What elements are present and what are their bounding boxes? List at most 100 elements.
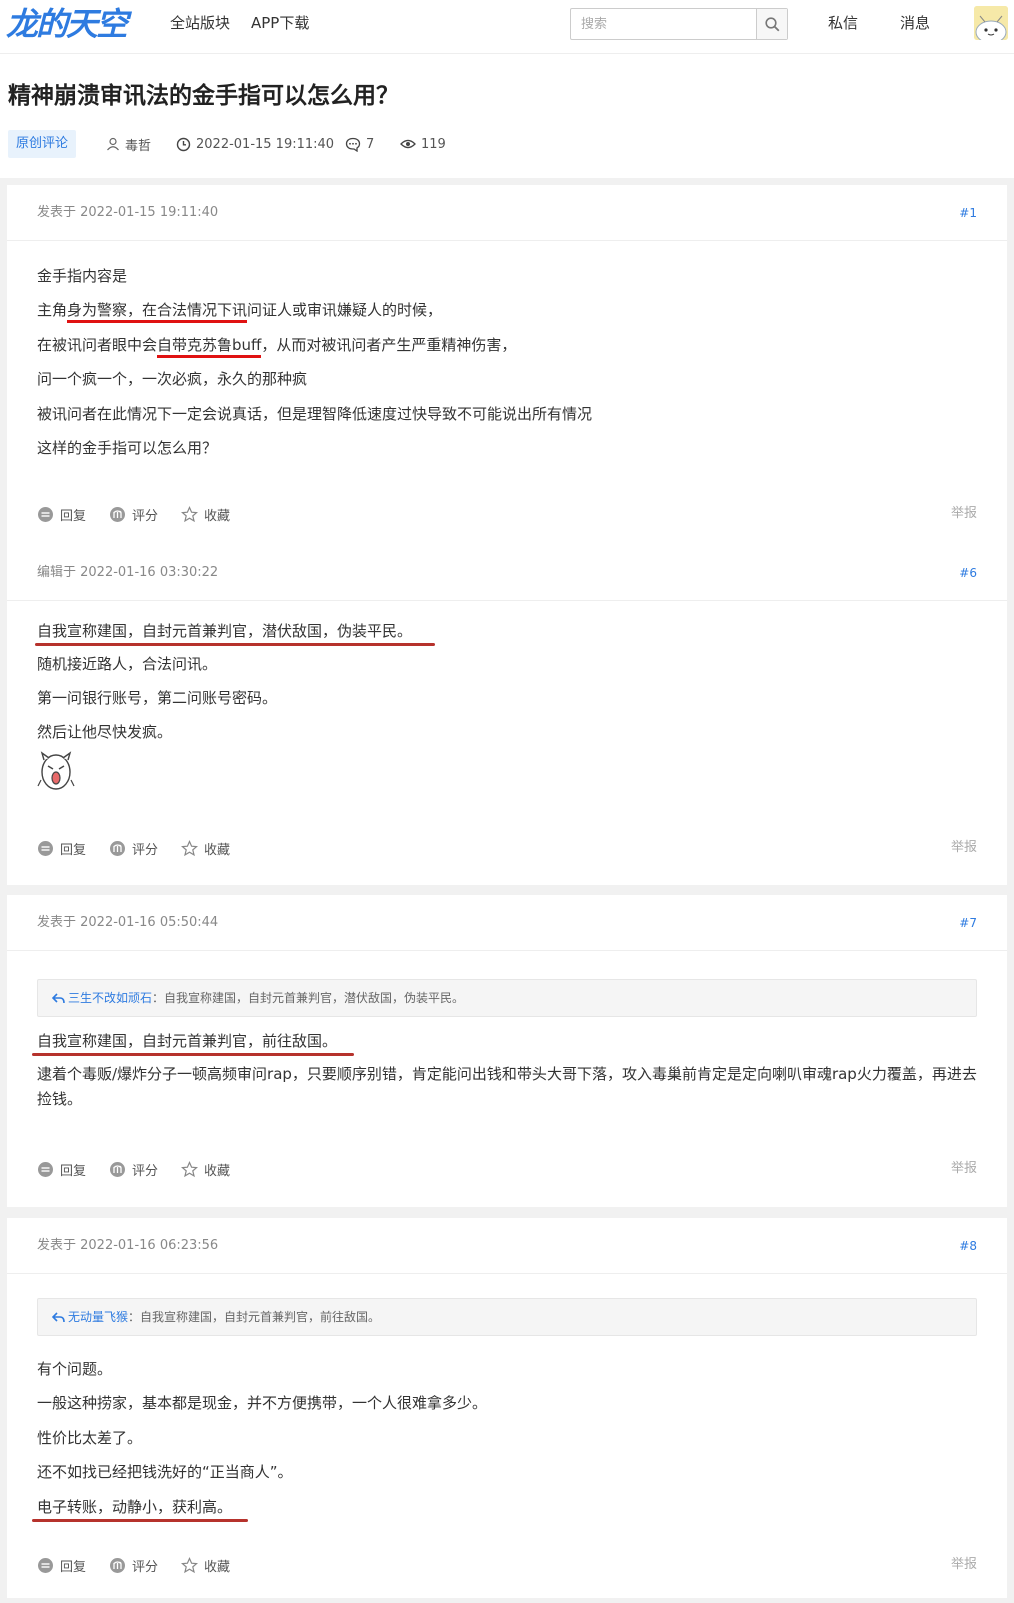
favorite-label: 收藏 bbox=[204, 842, 231, 858]
quoted-text: ：自我宣称建国，自封元首兼判官，潜伏敌国，伪装平民。 bbox=[152, 991, 465, 1005]
report-link[interactable]: 举报 bbox=[951, 1554, 977, 1576]
post-line: 在被讯问者眼中会自带克苏鲁buff，从而对被讯问者产生严重精神伤害， bbox=[37, 334, 516, 358]
search-input[interactable] bbox=[571, 9, 757, 39]
thread-meta: 原创评论 毒哲 2022-01-15 19:11:40 7 119 bbox=[8, 130, 1008, 158]
reply-button[interactable]: 回复 bbox=[37, 1554, 86, 1576]
quoted-user-link[interactable]: 无动量飞猴 bbox=[68, 1310, 128, 1324]
post-floor-link[interactable]: #1 bbox=[959, 203, 977, 223]
star-icon bbox=[181, 839, 198, 856]
text-segment: 问证人或审讯嫌疑人的时候， bbox=[247, 301, 443, 319]
text-segment: 主角 bbox=[37, 301, 68, 319]
top-bar: 龙的天空 全站版块 APP下载 私信 消息 bbox=[0, 0, 1014, 54]
underlined-segment: 身为警察，在合法情况下讯 bbox=[67, 301, 248, 323]
user-icon bbox=[107, 137, 119, 151]
reply-label: 回复 bbox=[60, 842, 87, 858]
eye-icon bbox=[400, 139, 416, 149]
post-floor-link[interactable]: #7 bbox=[959, 913, 977, 933]
post-actions: 回复 评分 收藏 举报 bbox=[37, 837, 977, 859]
view-count-text: 119 bbox=[421, 136, 446, 152]
report-link[interactable]: 举报 bbox=[951, 837, 977, 859]
rate-icon bbox=[110, 1557, 125, 1573]
favorite-button[interactable]: 收藏 bbox=[181, 837, 230, 859]
comment-icon bbox=[345, 137, 361, 152]
report-link[interactable]: 举报 bbox=[951, 503, 977, 525]
notifications-link[interactable]: 消息 bbox=[900, 13, 930, 33]
post-actions: 回复 评分 收藏 举报 bbox=[37, 1158, 977, 1180]
view-count: 119 bbox=[400, 130, 446, 158]
quoted-text: ：自我宣称建国，自封元首兼判官，前往敌国。 bbox=[128, 1310, 381, 1324]
reply-button[interactable]: 回复 bbox=[37, 837, 86, 859]
favorite-label: 收藏 bbox=[204, 1163, 231, 1179]
rate-button[interactable]: 评分 bbox=[109, 503, 158, 525]
rate-label: 评分 bbox=[132, 842, 159, 858]
post-time: 发表于 2022-01-15 19:11:40 bbox=[37, 205, 219, 220]
post-line: 主角身为警察，在合法情况下讯问证人或审讯嫌疑人的时候， bbox=[37, 299, 443, 323]
underline-mark bbox=[32, 1519, 248, 1522]
favorite-label: 收藏 bbox=[204, 508, 231, 524]
post-line: 自我宣称建国，自封元首兼判官，潜伏敌国，伪装平民。 bbox=[37, 622, 413, 640]
private-messages-link[interactable]: 私信 bbox=[828, 13, 858, 33]
favorite-button[interactable]: 收藏 bbox=[181, 1554, 230, 1576]
post-header: 发表于 2022-01-16 05:50:44 #7 bbox=[7, 895, 1007, 951]
post-line: 一般这种捞家，基本都是现金，并不方便携带，一个人很难拿多少。 bbox=[37, 1394, 488, 1412]
nav-all-boards[interactable]: 全站版块 bbox=[170, 13, 230, 33]
star-icon bbox=[181, 505, 198, 522]
post-line: 随机接近路人，合法问讯。 bbox=[37, 655, 218, 673]
quoted-user-link[interactable]: 三生不改如顽石 bbox=[68, 991, 152, 1005]
search-icon bbox=[764, 16, 779, 31]
post-line: 金手指内容是 bbox=[37, 267, 128, 285]
post-actions: 回复 评分 收藏 举报 bbox=[37, 503, 977, 525]
rate-button[interactable]: 评分 bbox=[109, 837, 158, 859]
post-line: 被讯问者在此情况下一定会说真话，但是理智降低速度过快导致不可能说出所有情况 bbox=[37, 405, 593, 423]
search-button[interactable] bbox=[756, 9, 787, 39]
post-line: 自我宣称建国，自封元首兼判官，前往敌国。 bbox=[37, 1032, 338, 1050]
post-8: 发表于 2022-01-16 06:23:56 #8 无动量飞猴：自我宣称建国，… bbox=[7, 1218, 1007, 1598]
reply-icon bbox=[38, 840, 53, 856]
post-1: 发表于 2022-01-15 19:11:40 #1 金手指内容是 主角身为警察… bbox=[7, 185, 1007, 547]
report-link[interactable]: 举报 bbox=[951, 1158, 977, 1180]
rate-icon bbox=[110, 840, 125, 856]
post-floor-link[interactable]: #6 bbox=[959, 563, 977, 583]
post-line: 逮着个毒贩/爆炸分子一顿高频审问rap，只要顺序别错，肯定能问出钱和带头大哥下落… bbox=[37, 1065, 977, 1108]
favorite-button[interactable]: 收藏 bbox=[181, 1158, 230, 1180]
post-line: 性价比太差了。 bbox=[37, 1429, 143, 1447]
post-7: 发表于 2022-01-16 05:50:44 #7 三生不改如顽石：自我宣称建… bbox=[7, 895, 1007, 1207]
post-actions: 回复 评分 收藏 举报 bbox=[37, 1554, 977, 1576]
reply-icon bbox=[38, 1557, 53, 1573]
post-header: 发表于 2022-01-16 06:23:56 #8 bbox=[7, 1218, 1007, 1274]
quoted-reply: 三生不改如顽石：自我宣称建国，自封元首兼判官，潜伏敌国，伪装平民。 bbox=[37, 979, 977, 1017]
thread-title: 精神崩溃审讯法的金手指可以怎么用？ bbox=[8, 83, 399, 109]
reply-button[interactable]: 回复 bbox=[37, 503, 86, 525]
post-line: 有个问题。 bbox=[37, 1360, 113, 1378]
reply-icon bbox=[38, 506, 53, 522]
underline-mark bbox=[35, 643, 435, 646]
post-line: 这样的金手指可以怎么用？ bbox=[37, 439, 218, 457]
reply-label: 回复 bbox=[60, 508, 87, 524]
star-icon bbox=[181, 1160, 198, 1177]
reply-icon bbox=[38, 1161, 53, 1177]
rate-button[interactable]: 评分 bbox=[109, 1158, 158, 1180]
category-tag[interactable]: 原创评论 bbox=[8, 130, 77, 158]
post-time: 发表于 2022-01-16 06:23:56 bbox=[37, 1238, 219, 1253]
post-line: 然后让他尽快发疯。 bbox=[37, 723, 173, 741]
reply-arrow-icon bbox=[51, 1312, 65, 1323]
post-header: 发表于 2022-01-15 19:11:40 #1 bbox=[7, 185, 1007, 241]
star-icon bbox=[181, 1556, 198, 1573]
post-line: 问一个疯一个，一次必疯，永久的那种疯 bbox=[37, 370, 308, 388]
post-6: 编辑于 2022-01-16 03:30:22 #6 自我宣称建国，自封元首兼判… bbox=[7, 545, 1007, 885]
user-avatar[interactable] bbox=[974, 6, 1008, 40]
post-line: 第一问银行账号，第二问账号密码。 bbox=[37, 689, 278, 707]
datetime-text: 2022-01-15 19:11:40 bbox=[196, 136, 335, 152]
author[interactable]: 毒哲 bbox=[106, 130, 151, 158]
rate-button[interactable]: 评分 bbox=[109, 1554, 158, 1576]
reply-arrow-icon bbox=[51, 993, 65, 1004]
favorite-button[interactable]: 收藏 bbox=[181, 503, 230, 525]
rate-icon bbox=[110, 1161, 125, 1177]
site-logo[interactable]: 龙的天空 bbox=[6, 4, 128, 44]
post-floor-link[interactable]: #8 bbox=[959, 1236, 977, 1256]
underlined-segment: 自带克苏鲁buff bbox=[157, 336, 262, 358]
reply-button[interactable]: 回复 bbox=[37, 1158, 86, 1180]
post-line: 还不如找已经把钱洗好的“正当商人”。 bbox=[37, 1463, 293, 1481]
favorite-label: 收藏 bbox=[204, 1559, 231, 1575]
nav-app-download[interactable]: APP下载 bbox=[251, 13, 309, 33]
